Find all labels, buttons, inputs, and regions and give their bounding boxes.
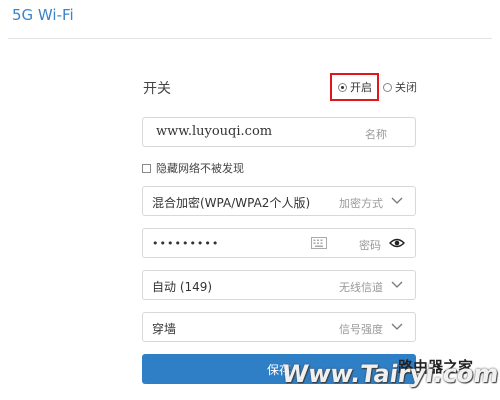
password-hint: 密码 bbox=[359, 239, 381, 252]
radio-off[interactable] bbox=[383, 82, 392, 92]
ssid-hint: 名称 bbox=[365, 128, 387, 141]
radio-off-option[interactable]: 关闭 bbox=[383, 79, 417, 95]
radio-on-option[interactable]: 开启 bbox=[330, 73, 379, 101]
chevron-down-icon bbox=[391, 281, 403, 288]
channel-select[interactable]: 自动 (149) 无线信道 bbox=[142, 270, 416, 300]
radio-on[interactable] bbox=[338, 82, 347, 92]
switch-label: 开关 bbox=[143, 81, 171, 97]
hide-ssid-label: 隐藏网络不被发现 bbox=[156, 162, 244, 175]
encryption-hint: 加密方式 bbox=[339, 197, 383, 210]
channel-value: 自动 (149) bbox=[152, 280, 213, 294]
signal-hint: 信号强度 bbox=[339, 323, 383, 336]
signal-value: 穿墙 bbox=[152, 322, 177, 336]
signal-strength-select[interactable]: 穿墙 信号强度 bbox=[142, 312, 416, 342]
encryption-select[interactable]: 混合加密(WPA/WPA2个人版) 加密方式 bbox=[142, 186, 416, 216]
ssid-input[interactable]: www.luyouqi.com 名称 bbox=[142, 117, 416, 147]
section-title: 5G Wi-Fi bbox=[12, 6, 74, 24]
password-input[interactable]: ••••••••• 密码 bbox=[142, 228, 416, 258]
keyboard-icon[interactable] bbox=[311, 237, 327, 249]
switch-radio-group: 开启 关闭 bbox=[330, 73, 417, 101]
password-value: ••••••••• bbox=[152, 237, 220, 250]
hide-ssid-option[interactable]: 隐藏网络不被发现 bbox=[142, 160, 244, 176]
chevron-down-icon bbox=[391, 197, 403, 204]
radio-off-label: 关闭 bbox=[395, 81, 417, 94]
encryption-value: 混合加密(WPA/WPA2个人版) bbox=[152, 196, 311, 210]
chevron-down-icon bbox=[391, 323, 403, 330]
channel-hint: 无线信道 bbox=[339, 281, 383, 294]
section-divider bbox=[8, 38, 492, 39]
hide-ssid-checkbox[interactable] bbox=[142, 163, 151, 173]
radio-on-label: 开启 bbox=[350, 81, 372, 94]
watermark-url: Www.Tairyi.com bbox=[280, 360, 500, 388]
ssid-value: www.luyouqi.com bbox=[156, 124, 273, 139]
eye-icon[interactable] bbox=[389, 237, 405, 249]
